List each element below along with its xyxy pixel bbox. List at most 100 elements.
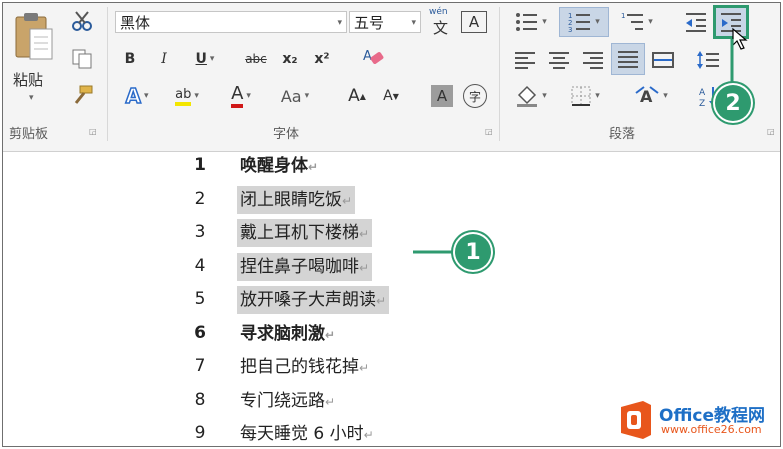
format-painter-icon (74, 85, 93, 104)
numbering-button[interactable]: 1 2 3 ▾ (559, 7, 609, 37)
line-text[interactable]: 捏住鼻子喝咖啡↵ (237, 252, 373, 281)
decrease-indent-button[interactable] (681, 9, 711, 35)
paragraph-mark: ↵ (363, 428, 374, 442)
align-right-button[interactable] (579, 47, 607, 73)
strikethrough-button[interactable]: abc (241, 47, 271, 71)
cut-button[interactable] (67, 9, 97, 33)
shrink-font-button[interactable]: A ▼ (379, 83, 403, 109)
format-painter-button[interactable] (67, 83, 97, 107)
pinyin-char: 文 (433, 19, 449, 37)
chevron-down-icon: ▾ (337, 18, 342, 28)
arrow-up-icon: ▲ (359, 91, 366, 101)
document-line[interactable]: 6 寻求脑刺激↵ (3, 320, 780, 348)
line-text[interactable]: 戴上耳机下楼梯↵ (237, 219, 373, 247)
enclose-characters-button[interactable]: 字 (463, 84, 487, 108)
chevron-down-icon: ▾ (246, 91, 251, 101)
paragraph-mark: ↵ (325, 394, 336, 409)
watermark-logo: Office教程网 www.office26.com (617, 397, 777, 443)
paragraph-mark: ↵ (359, 227, 370, 241)
font-color-button[interactable]: A ▾ (221, 83, 261, 109)
copy-icon (72, 49, 92, 69)
justify-button[interactable] (611, 43, 645, 75)
watermark-url: www.office26.com (661, 423, 762, 436)
line-text[interactable]: 寻求脑刺激↵ (237, 320, 338, 348)
highlight-glyph: ab (175, 87, 192, 106)
line-text[interactable]: 每天睡觉 6 小时↵ (237, 420, 377, 446)
text-effects-button[interactable]: A ▾ (117, 83, 157, 109)
line-text[interactable]: 专门绕远路↵ (237, 387, 338, 415)
app-window: 粘贴 ▾ 剪贴板 ◲ 黑体 ▾ 五号 ▾ wén 文 A B I U ▾ abc… (2, 2, 781, 447)
line-text-content: 唤醒身体 (240, 156, 308, 176)
font-color-glyph: A (231, 84, 244, 108)
line-text-content: 寻求脑刺激 (240, 323, 325, 344)
paragraph-mark: ↵ (359, 361, 370, 375)
subscript-button[interactable]: x₂ (277, 47, 303, 71)
line-text-content: 捏住鼻子喝咖啡 (240, 256, 359, 277)
clear-formatting-button[interactable]: A (359, 45, 387, 71)
line-text[interactable]: 放开嗓子大声朗读↵ (237, 286, 390, 314)
line-text[interactable]: 唤醒身体↵ (237, 152, 321, 180)
paragraph-mark: ↵ (308, 160, 319, 174)
document-line[interactable]: 5 放开嗓子大声朗读↵ (3, 286, 780, 314)
character-shading-glyph: A (436, 87, 448, 105)
separator (107, 7, 108, 141)
underline-button[interactable]: U ▾ (187, 47, 223, 71)
character-shading-button[interactable]: A (431, 85, 453, 107)
align-left-icon (515, 52, 535, 69)
line-number: 1 (194, 155, 206, 175)
chinese-layout-button[interactable]: A ▾ (629, 83, 673, 109)
bullets-button[interactable]: ▾ (509, 9, 553, 35)
document-line[interactable]: 1 唤醒身体↵ (3, 152, 780, 180)
align-left-button[interactable] (511, 47, 539, 73)
font-size-value: 五号 (354, 14, 385, 32)
paragraph-mark: ↵ (376, 294, 387, 308)
font-launcher-icon[interactable]: ◲ (485, 127, 495, 137)
callout-line-2 (730, 39, 734, 89)
distributed-button[interactable] (649, 47, 677, 73)
document-line[interactable]: 4 捏住鼻子喝咖啡↵ (3, 252, 780, 281)
line-text-content: 戴上耳机下楼梯 (240, 223, 359, 243)
bold-glyph: B (124, 51, 136, 67)
line-text-content: 放开嗓子大声朗读 (240, 290, 376, 310)
change-case-button[interactable]: Aa ▾ (273, 83, 317, 109)
superscript-button[interactable]: x² (309, 47, 335, 71)
document-line[interactable]: 7 把自己的钱花掉↵ (3, 353, 780, 381)
line-text[interactable]: 闭上眼睛吃饭↵ (237, 185, 356, 214)
italic-glyph: I (161, 51, 167, 67)
chinese-layout-icon: A (635, 86, 659, 106)
callout-badge-1: 1 (455, 234, 491, 270)
multilevel-list-button[interactable]: 1 ▾ (615, 9, 659, 35)
callout-badge-2: 2 (715, 85, 751, 121)
grow-font-button[interactable]: A ▲ (345, 83, 369, 109)
phonetic-guide-button[interactable]: wén 文 (427, 7, 455, 37)
pinyin-top: wén (429, 7, 448, 17)
paragraph-mark: ↵ (325, 327, 336, 342)
paste-button[interactable]: 粘贴 ▾ (9, 9, 59, 109)
eraser-icon: A (363, 49, 384, 64)
font-name-combobox[interactable]: 黑体 ▾ (115, 11, 347, 33)
paragraph-launcher-icon[interactable]: ◲ (767, 127, 777, 137)
svg-text:3: 3 (568, 26, 572, 33)
svg-text:A: A (640, 87, 653, 106)
chevron-down-icon: ▾ (542, 91, 547, 101)
decrease-indent-icon (686, 13, 706, 32)
bold-button[interactable]: B (119, 47, 141, 71)
line-number: 2 (194, 188, 206, 209)
document-line[interactable]: 2 闭上眼睛吃饭↵ (3, 185, 780, 214)
scissors-icon (72, 11, 92, 31)
font-size-combobox[interactable]: 五号 ▾ (349, 11, 421, 33)
document-line[interactable]: 3 戴上耳机下楼梯↵ (3, 219, 780, 247)
line-spacing-button[interactable] (693, 47, 723, 73)
align-center-button[interactable] (545, 47, 573, 73)
character-border-button[interactable]: A (461, 11, 487, 33)
copy-button[interactable] (67, 47, 97, 71)
line-text-content: 闭上眼睛吃饭 (240, 189, 342, 210)
highlight-button[interactable]: ab ▾ (167, 83, 207, 109)
line-text[interactable]: 把自己的钱花掉↵ (237, 353, 372, 381)
borders-button[interactable]: ▾ (563, 83, 607, 109)
shading-button[interactable]: ▾ (509, 83, 553, 109)
italic-button[interactable]: I (153, 47, 175, 71)
clipboard-launcher-icon[interactable]: ◲ (89, 127, 99, 137)
line-number: 8 (194, 389, 206, 410)
paragraph-mark: ↵ (342, 193, 353, 208)
